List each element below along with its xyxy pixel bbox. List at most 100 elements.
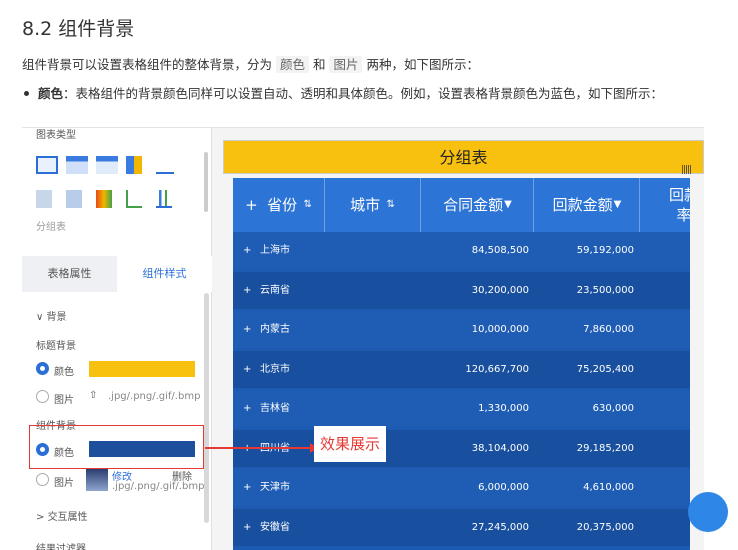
group-table: + 省份 ⇅ 城市 ⇅ 合同金额 ▼ 回款金额 ▼ 回款率 + 上海市 84,508,5… [233, 178, 704, 550]
panel-tabs: 表格属性 组件样式 [22, 256, 212, 292]
cell-payment: 4,610,000 [583, 482, 634, 493]
header-contract[interactable]: 合同金额 ▼ [421, 178, 534, 232]
tab-component-style[interactable]: 组件样式 [117, 256, 212, 292]
scatter-type-icon[interactable] [126, 190, 142, 208]
table-title-bar: 分组表 ||||| [223, 140, 704, 175]
header-payment-label: 回款金额 [552, 196, 613, 214]
background-section[interactable]: ∨ 背景 [36, 308, 67, 323]
caret-down-icon[interactable]: ▼ [504, 195, 512, 215]
expand-icon[interactable]: + [243, 272, 251, 309]
upload-hint: .jpg/.png/.gif/.bmp [108, 391, 201, 402]
interaction-section[interactable]: > 交互属性 [36, 508, 88, 523]
header-payment[interactable]: 回款金额 ▼ [534, 178, 640, 232]
panel-scrollbar[interactable] [204, 293, 209, 523]
cell-payment: 7,860,000 [583, 324, 634, 335]
table-type-icon-2[interactable] [66, 156, 88, 174]
code-image: 图片 [329, 56, 363, 73]
comp-bg-color-swatch[interactable] [89, 441, 195, 457]
table-row[interactable]: + 北京市 120,667,700 75,205,400 [233, 350, 704, 388]
header-province-label: 省份 [267, 196, 298, 214]
table-type-icon-3[interactable] [96, 156, 118, 174]
expand-icon[interactable]: + [243, 311, 251, 348]
cell-contract: 1,330,000 [478, 403, 529, 414]
title-bg-color-swatch[interactable] [89, 361, 195, 377]
cell-payment: 20,375,000 [576, 521, 634, 533]
sort-icon[interactable]: ⇅ [297, 195, 312, 215]
bullet-text: ：表格组件的背景颜色同样可以设置自动、透明和具体颜色。例如，设置表格背景颜色为蓝… [63, 86, 664, 101]
result-filter-label: 结果过滤器 [36, 544, 86, 550]
cell-contract: 30,200,000 [471, 284, 529, 296]
floating-action-button[interactable] [688, 492, 728, 532]
table-row[interactable]: + 吉林省 1,330,000 630,000 [233, 390, 704, 427]
header-city[interactable]: 城市 ⇅ [325, 178, 421, 232]
table-row[interactable]: + 上海市 84,508,500 59,192,000 [233, 232, 704, 269]
effect-annotation: 效果展示 [314, 426, 386, 462]
cell-payment: 29,185,200 [576, 442, 634, 454]
chevron-right-icon: > [36, 512, 48, 523]
bullet-color: 颜色：表格组件的背景颜色同样可以设置自动、透明和具体颜色。例如，设置表格背景颜色… [24, 83, 728, 105]
table-row[interactable]: + 云南省 30,200,000 23,500,000 [233, 271, 704, 309]
title-bg-color-radio[interactable] [36, 362, 49, 375]
expand-icon[interactable]: + [243, 509, 251, 546]
cell-province: 天津市 [260, 482, 290, 493]
table-row[interactable]: + 天津市 6,000,000 4,610,000 [233, 469, 704, 506]
comp-bg-image-label: 图片 [54, 478, 74, 489]
caret-down-icon-2[interactable]: ▼ [614, 195, 622, 215]
chevron-down-icon: ∨ [36, 312, 47, 323]
table-component: 分组表 ||||| + 省份 ⇅ 城市 ⇅ 合同金额 ▼ 回款金额 ▼ 回款率 + 上… [223, 140, 704, 550]
settings-panel: 图表类型 分组表 表格属性 组件样式 ∨ 背景 标题背景 颜色 图片 ⇧ .jp… [22, 128, 212, 550]
header-city-label: 城市 [350, 196, 381, 214]
type-scrollbar[interactable] [204, 152, 208, 212]
cell-contract: 38,104,000 [471, 442, 529, 454]
heatmap-type-icon[interactable] [96, 190, 112, 208]
expand-icon[interactable]: + [243, 351, 251, 388]
title-bg-label: 标题背景 [36, 341, 76, 352]
header-contract-label: 合同金额 [443, 196, 504, 214]
expand-icon[interactable]: + [245, 195, 267, 215]
intro-prefix: 组件背景可以设置表格组件的整体背景，分为 [22, 57, 276, 72]
group-table-label: 分组表 [36, 222, 66, 233]
tab-table-attr[interactable]: 表格属性 [22, 256, 117, 292]
header-province[interactable]: + 省份 ⇅ [233, 178, 325, 232]
upload-icon[interactable]: ⇧ [89, 390, 97, 401]
expand-icon[interactable]: + [243, 469, 251, 506]
screenshot-figure: 图表类型 分组表 表格属性 组件样式 ∨ 背景 标题背景 颜色 图片 ⇧ .jp… [22, 127, 704, 550]
cell-contract: 10,000,000 [471, 324, 529, 335]
bullet-dot [24, 91, 29, 96]
cell-contract: 120,667,700 [465, 363, 529, 375]
cell-payment: 23,500,000 [576, 284, 634, 296]
table-type-icon-5[interactable] [36, 190, 52, 208]
table-type-icon-6[interactable] [66, 190, 82, 208]
background-section-label: 背景 [46, 312, 67, 323]
cell-contract: 6,000,000 [478, 482, 529, 493]
table-title: 分组表 [439, 148, 488, 167]
table-type-icon[interactable] [36, 156, 58, 174]
cell-province: 上海市 [260, 245, 290, 256]
comp-bg-image-radio[interactable] [36, 473, 49, 486]
title-bg-color-label: 颜色 [54, 367, 74, 378]
intro-and: 和 [309, 57, 330, 72]
table-row[interactable]: + 内蒙古 10,000,000 7,860,000 [233, 311, 704, 348]
intro-suffix: 两种，如下图所示： [362, 57, 479, 72]
expand-icon[interactable]: + [243, 232, 251, 269]
table-type-icon-4[interactable] [126, 156, 142, 174]
title-bg-image-radio[interactable] [36, 390, 49, 403]
bullet-bold: 颜色 [38, 86, 64, 101]
comp-bg-color-radio[interactable] [36, 443, 49, 456]
section-title: 8.2 组件背景 [22, 18, 135, 40]
cell-province: 内蒙古 [260, 324, 290, 335]
cell-payment: 59,192,000 [576, 245, 634, 256]
cell-contract: 84,508,500 [471, 245, 529, 256]
expand-icon[interactable]: + [243, 390, 251, 427]
table-row[interactable]: + 安徽省 27,245,000 20,375,000 [233, 508, 704, 546]
cell-payment: 630,000 [592, 403, 634, 414]
bg-image-thumbnail [86, 469, 108, 491]
interaction-section-label: 交互属性 [47, 512, 88, 523]
table-header: + 省份 ⇅ 城市 ⇅ 合同金额 ▼ 回款金额 ▼ 回款率 [233, 178, 704, 232]
sort-icon-2[interactable]: ⇅ [380, 195, 394, 215]
title-bg-image-label: 图片 [54, 395, 74, 406]
kpi-type-icon[interactable] [156, 156, 174, 174]
cell-payment: 75,205,400 [576, 363, 634, 375]
bar-type-icon[interactable] [156, 190, 172, 208]
cell-contract: 27,245,000 [471, 521, 529, 533]
